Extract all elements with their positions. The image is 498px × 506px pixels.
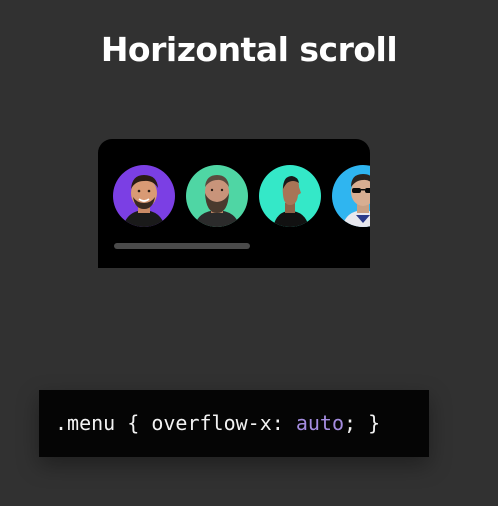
person-3-icon [259,165,321,227]
code-open-brace: { [115,411,152,435]
horizontal-scrollbar[interactable] [114,243,250,249]
scroll-menu-card [98,139,370,268]
page-title: Horizontal scroll [100,30,398,69]
code-property: overflow-x: [151,411,296,435]
person-1-icon [113,165,175,227]
avatar-4[interactable] [332,165,370,227]
code-selector: .menu [55,411,116,435]
code-snippet: .menu { overflow-x: auto; } [39,390,429,457]
code-value: auto [295,411,345,435]
avatar-3[interactable] [259,165,321,227]
avatar-scroll-strip[interactable] [113,165,370,227]
code-close: ; } [344,411,381,435]
person-2-icon [186,165,248,227]
avatar-1[interactable] [113,165,175,227]
avatar-2[interactable] [186,165,248,227]
person-4-icon [332,165,370,227]
code-line: .menu { overflow-x: auto; } [55,409,380,437]
